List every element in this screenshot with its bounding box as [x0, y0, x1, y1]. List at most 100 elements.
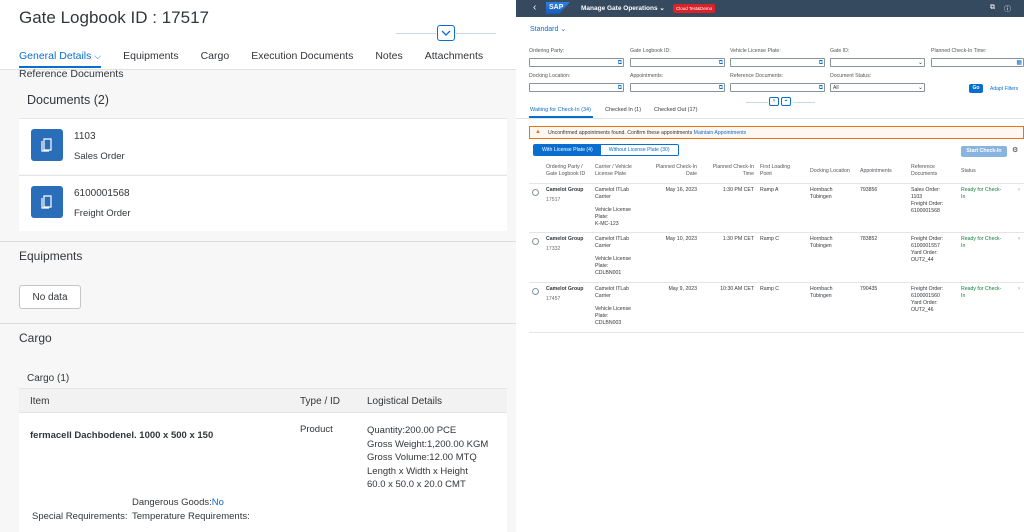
filter-divider-right [793, 102, 815, 103]
ordering-party-input[interactable]: ⧉ [529, 58, 624, 67]
ref-line: Freight Order: [911, 286, 944, 292]
filter-label-vehicle-license-plate: Vehicle License Plate: [730, 48, 781, 54]
planned-time: 10:30 AM CET [720, 286, 754, 292]
gross-weight: Gross Weight:1,200.00 KGM [367, 438, 489, 450]
ref-line: 6100001568 [911, 208, 940, 214]
cargo-item-type: Product [300, 424, 333, 435]
carrier-line: Carrier [595, 194, 611, 200]
ref-line: 6100001560 [911, 293, 940, 299]
tab-cargo[interactable]: Cargo [201, 50, 230, 62]
row-select-radio[interactable] [532, 238, 539, 245]
filter-label-document-status: Document Status: [830, 73, 872, 79]
value-help-icon[interactable]: ⧉ [618, 84, 622, 92]
go-button[interactable]: Go [969, 84, 983, 93]
docking-location-cell: Hornbach Tübingen [810, 286, 833, 300]
docking-location-input[interactable]: ⧉ [529, 83, 624, 92]
tab-notes[interactable]: Notes [375, 50, 402, 62]
row-select-radio[interactable] [532, 189, 539, 196]
ref-line: Freight Order: [911, 201, 944, 207]
gate-id-select[interactable]: ⌄ [830, 58, 925, 67]
tab-equipments[interactable]: Equipments [123, 50, 178, 62]
header-line: Carrier / Vehicle [595, 164, 632, 170]
appointment-number: 790435 [860, 286, 878, 292]
carrier-cell: Camelot ITLab Carrier Vehicle License Plate… [595, 187, 631, 228]
with-license-plate-button[interactable]: With License Plate (4) [534, 145, 601, 155]
collapse-filter-bar-button[interactable]: ˄ [769, 97, 779, 106]
adapt-filters-link[interactable]: Adapt Filters [990, 86, 1018, 92]
ordering-party: Camelot Group [546, 286, 584, 292]
planned-date: May 9, 2023 [668, 286, 697, 292]
tab-attachments[interactable]: Attachments [425, 50, 483, 62]
share-icon[interactable]: ⧉ [990, 4, 995, 12]
chevron-right-icon[interactable]: › [1018, 236, 1020, 242]
special-requirements-label: Special Requirements: [32, 511, 128, 522]
reference-documents-cell: Freight Order: 6100001557 Yard Order: OUT2_… [911, 236, 943, 264]
carrier-line: Carrier [595, 243, 611, 249]
chevron-right-icon[interactable]: › [1018, 286, 1020, 292]
app-title[interactable]: Manage Gate Operations ⌄ [581, 4, 665, 12]
column-header-first-loading-point: First Loading Point [760, 164, 790, 178]
header-line: Gate Logbook ID [546, 171, 586, 177]
first-loading-point: Ramp A [760, 187, 779, 193]
document-status-select[interactable]: All ⌄ [830, 83, 925, 92]
equipments-section-title: Equipments [19, 249, 83, 263]
value-help-icon[interactable]: ⧉ [618, 59, 622, 67]
section-tabs: General Details ⌵ Equipments Cargo Execu… [19, 50, 505, 62]
maintain-appointments-link[interactable]: Maintain Appointments [694, 130, 746, 136]
filter-label-appointments: Appointments: [630, 73, 664, 79]
tab-general-details[interactable]: General Details ⌵ [19, 50, 101, 62]
docking-location-cell: Hornbach Tübingen [810, 236, 833, 250]
gate-logbook-id: 17332 [546, 246, 561, 252]
help-icon[interactable]: ⓘ [1004, 4, 1011, 14]
calendar-icon[interactable]: ▦ [1016, 59, 1022, 67]
gate-logbook-id-input[interactable]: ⧉ [630, 58, 725, 67]
without-license-plate-button[interactable]: Without License Plate (30) [600, 145, 678, 155]
document-card[interactable]: 1103 Sales Order [19, 118, 507, 174]
column-header-ordering-party: Ordering Party / Gate Logbook ID [546, 164, 585, 178]
table-row[interactable]: Camelot Group 17457 Camelot ITLab Carrier V… [529, 283, 1024, 333]
value-help-icon[interactable]: ⧉ [819, 84, 823, 92]
tab-checked-out[interactable]: Checked Out (17) [654, 107, 697, 113]
no-data-button[interactable]: No data [19, 285, 81, 309]
back-arrow-icon[interactable]: ‹ [533, 2, 536, 13]
tab-execution-documents[interactable]: Execution Documents [251, 50, 353, 62]
column-header-item: Item [30, 396, 50, 407]
pin-filter-bar-button[interactable]: ⌖ [781, 97, 791, 106]
planned-date: May 16, 2023 [665, 187, 697, 193]
license-plate: K-MC-123 [595, 221, 619, 227]
value-help-icon[interactable]: ⧉ [719, 59, 723, 67]
value-help-icon[interactable]: ⧉ [819, 59, 823, 67]
tab-checked-in[interactable]: Checked In (1) [605, 107, 641, 113]
chevron-down-icon: ⌄ [560, 26, 567, 33]
appointments-input[interactable]: ⧉ [630, 83, 725, 92]
first-loading-point: Ramp C [760, 236, 780, 242]
table-row[interactable]: Camelot Group 17517 Camelot ITLab Carrier V… [529, 184, 1024, 233]
planned-date: May 10, 2023 [665, 236, 697, 242]
value-help-icon[interactable]: ⧉ [719, 84, 723, 92]
start-check-in-button[interactable]: Start Check-In [961, 146, 1007, 157]
manage-gate-operations-panel: ‹ SAP Manage Gate Operations ⌄ Cloud Tes… [516, 0, 1024, 532]
appointment-number: 783852 [860, 236, 878, 242]
collapse-header-button[interactable] [437, 25, 455, 41]
vehicle-license-plate-input[interactable]: ⧉ [730, 58, 825, 67]
tab-waiting-for-check-in[interactable]: Waiting for Check-In (34) [530, 107, 591, 113]
row-select-radio[interactable] [532, 288, 539, 295]
column-header-logistical-details: Logistical Details [367, 396, 443, 407]
chevron-right-icon[interactable]: › [1018, 187, 1020, 193]
table-row[interactable]: Camelot Group 17332 Camelot ITLab Carrier V… [529, 233, 1024, 283]
gate-logbook-detail-panel: Gate Logbook ID : 17517 General Details … [0, 0, 516, 532]
gear-icon[interactable]: ⚙ [1012, 146, 1018, 154]
table-row[interactable]: fermacell Dachbodenel. 1000 x 500 x 150 … [19, 413, 507, 532]
document-icon [31, 129, 63, 161]
planned-check-in-time-input[interactable]: ▦ [931, 58, 1024, 67]
header-divider-left [396, 33, 436, 34]
reference-documents-input[interactable]: ⧉ [730, 83, 825, 92]
header-line: Date [686, 171, 697, 177]
warning-message-strip: ▲ Unconfirmed appointments found. Confir… [529, 126, 1024, 139]
dimensions-value: 60.0 x 50.0 x 20.0 CMT [367, 479, 466, 490]
sap-logo[interactable]: SAP [546, 2, 570, 14]
app-title-text: Manage Gate Operations [581, 5, 658, 12]
variant-selector[interactable]: Standard ⌄ [530, 25, 566, 33]
document-card[interactable]: 6100001568 Freight Order [19, 175, 507, 231]
header-line: Point [760, 171, 772, 177]
